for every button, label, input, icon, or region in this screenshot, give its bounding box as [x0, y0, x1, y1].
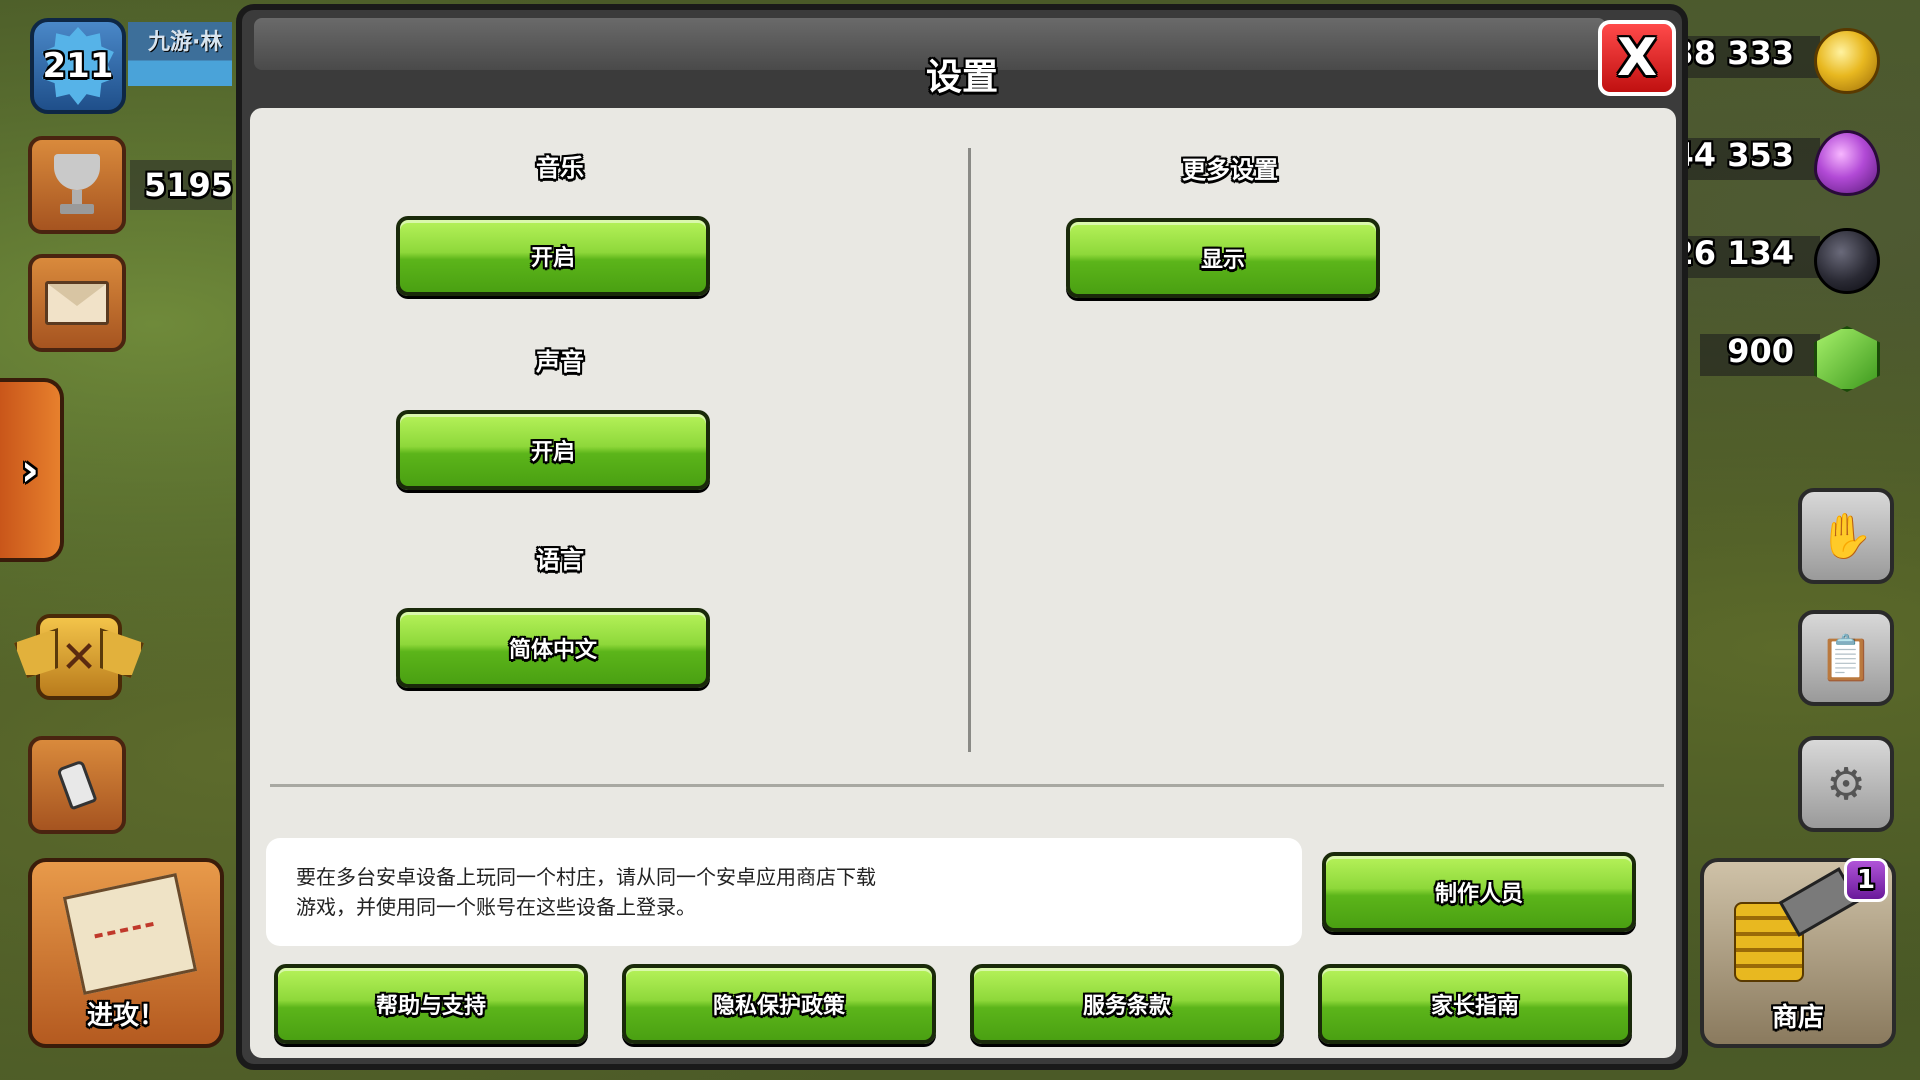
envelope-icon — [45, 281, 109, 325]
builder-base-button[interactable] — [28, 736, 126, 834]
clipboard-icon: 📋 — [1818, 633, 1874, 684]
gem-icon — [1814, 326, 1880, 392]
expand-chat-tab[interactable]: › — [0, 378, 64, 562]
attack-button[interactable]: 进攻！ — [28, 858, 224, 1048]
hand-arrows-icon: ✋ — [1818, 511, 1874, 562]
music-label: 音乐 — [536, 154, 584, 182]
notice-board-button[interactable]: 📋 — [1798, 610, 1894, 706]
dialog-title: 设置 — [925, 57, 998, 98]
more-settings-button[interactable]: 显示 — [1066, 218, 1380, 298]
section-divider — [270, 784, 1664, 787]
trophy-icon — [48, 154, 106, 216]
elixir-drop-icon — [1814, 130, 1880, 196]
mail-button[interactable] — [28, 254, 126, 352]
chevron-right-icon: › — [20, 444, 40, 496]
help-support-button[interactable]: 帮助与支持 — [274, 964, 588, 1044]
more-settings-label: 更多设置 — [1182, 156, 1278, 184]
terms-of-service-button[interactable]: 服务条款 — [970, 964, 1284, 1044]
sound-toggle-button[interactable]: 开启 — [396, 410, 710, 490]
privacy-policy-button[interactable]: 隐私保护政策 — [622, 964, 936, 1044]
sound-label: 声音 — [536, 348, 584, 376]
potion-sword-icon — [56, 759, 98, 811]
dialog-body: 音乐 开启 声音 开启 语言 简体中文 更多设置 显示 要在多台安卓设备上玩同一… — [250, 108, 1676, 1058]
player-level-badge[interactable]: 211 — [30, 18, 126, 114]
attack-label: 进攻！ — [86, 1001, 165, 1031]
shop-button[interactable]: 1 商店 — [1700, 858, 1896, 1048]
credits-button[interactable]: 制作人员 — [1322, 852, 1636, 932]
music-toggle-button[interactable]: 开启 — [396, 216, 710, 296]
multi-device-info: 要在多台安卓设备上玩同一个村庄，请从同一个安卓应用商店下载 游戏，并使用同一个账… — [266, 838, 1302, 946]
left-hud: 211 九游·林 5195 › ✕ 进攻！ — [0, 0, 240, 1080]
language-button[interactable]: 简体中文 — [396, 608, 710, 688]
info-text-line-2: 游戏，并使用同一个账号在这些设备上登录。 — [296, 895, 696, 919]
clan-war-button[interactable]: ✕ — [14, 606, 144, 708]
player-name: 九游·林 — [148, 30, 223, 55]
parents-guide-button[interactable]: 家长指南 — [1318, 964, 1632, 1044]
close-button[interactable]: X — [1598, 20, 1676, 96]
treasure-map-icon — [62, 873, 198, 995]
settings-button[interactable]: ⚙ — [1798, 736, 1894, 832]
settings-dialog: 设置 X 音乐 开启 声音 开启 语言 简体中文 更多设置 显示 要在多台安卓设… — [236, 4, 1688, 1070]
level-star-icon: 211 — [42, 27, 114, 105]
shop-label: 商店 — [1771, 1003, 1824, 1033]
shop-notification-badge: 1 — [1844, 858, 1888, 902]
info-text-line-1: 要在多台安卓设备上玩同一个村庄，请从同一个安卓应用商店下载 — [296, 865, 876, 889]
column-divider — [968, 148, 971, 752]
trophy-count: 5195 — [144, 166, 234, 204]
dark-elixir-drop-icon — [1814, 228, 1880, 294]
trophy-button[interactable] — [28, 136, 126, 234]
language-label: 语言 — [536, 546, 584, 574]
player-level: 211 — [42, 46, 114, 86]
gold-amount: 38 333 — [1671, 34, 1794, 72]
elixir-amount: 44 353 — [1671, 136, 1794, 174]
gold-coin-icon — [1814, 28, 1880, 94]
gear-icon: ⚙ — [1826, 758, 1866, 810]
gem-amount: 900 — [1727, 332, 1794, 370]
edit-layout-button[interactable]: ✋ — [1798, 488, 1894, 584]
